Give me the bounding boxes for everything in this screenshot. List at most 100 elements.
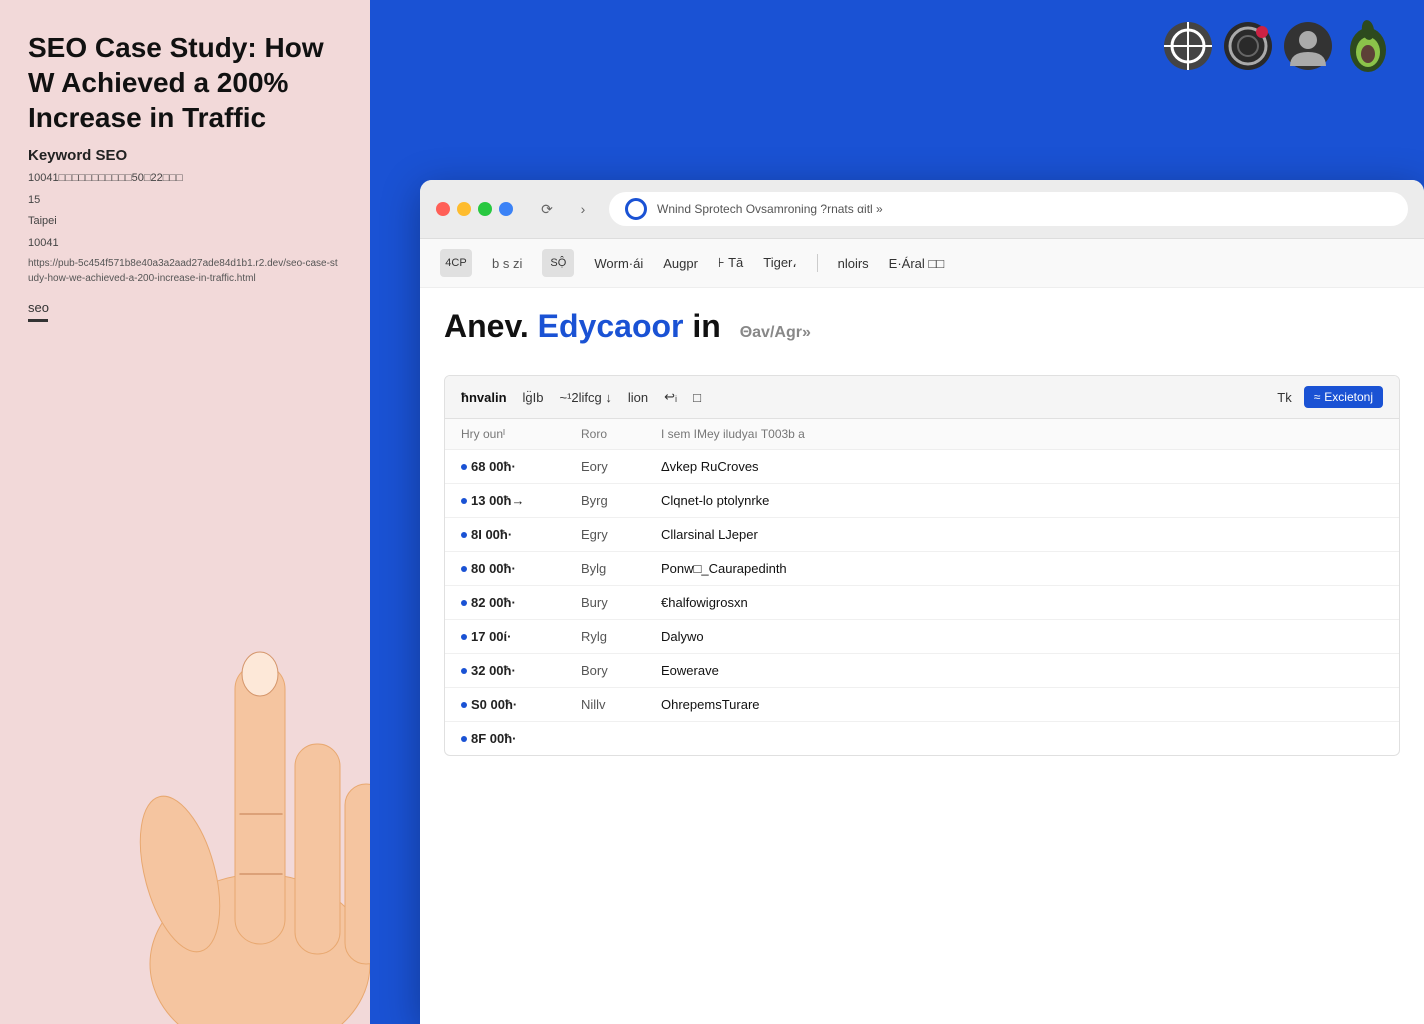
table-actions: Tk ≈ Excietonj	[1277, 386, 1383, 408]
traffic-lights	[436, 202, 513, 216]
export-button[interactable]: ≈ Excietonj	[1304, 386, 1383, 408]
col-header-6: Tk	[1277, 390, 1291, 405]
table-row: 8F 00ħ·	[445, 722, 1399, 755]
hand-illustration	[90, 544, 370, 1024]
nav-separator	[817, 254, 818, 272]
vol-cell-2: 8I 00ħ·	[461, 527, 581, 542]
meta-code: 10041	[28, 235, 342, 253]
vol-cell-0: 68 00ħ·	[461, 459, 581, 474]
kw-cell-5: Dalywo	[661, 629, 1383, 644]
vol-cell-5: 17 00ί·	[461, 629, 581, 644]
kw-cell-4: €halfowigrosxn	[661, 595, 1383, 610]
nav-link-wormai[interactable]: Worm·ái	[594, 256, 643, 271]
maximize-button[interactable]	[478, 202, 492, 216]
minimize-button[interactable]	[457, 202, 471, 216]
meta-line1: 10041□□□□□□□□□□□50□22□□□	[28, 170, 342, 188]
table-header: ħnvalin lɡ̈Ib ~¹2lifcg ↓ lion ↩ᵢ □ Tk ≈ …	[445, 376, 1399, 419]
heading-row: Anev. Edycaoor in Θav/Agr»	[444, 308, 1400, 361]
nav-icon-home[interactable]: 4CP	[440, 249, 472, 277]
subheader-col-2: I sem IMey iludyaı T003b a	[661, 427, 1383, 441]
nav-icon-sq[interactable]: SỘ	[542, 249, 574, 277]
article-url: https://pub-5c454f571b8e40a3a2aad27ade84…	[28, 256, 342, 286]
table-row: 8I 00ħ· Egry Cllarsinal LJeper	[445, 518, 1399, 552]
extra-button[interactable]	[499, 202, 513, 216]
table-row: 82 00ħ· Bury €halfowigrosxn	[445, 586, 1399, 620]
keyword-seo-label: Keyword SEO	[28, 147, 342, 164]
browser-window: ⟳ › Wnind Sprotech Ovsamroning ?rnats αi…	[420, 180, 1424, 1024]
icon-group-1	[1162, 20, 1214, 72]
meta-city: Taipei	[28, 213, 342, 231]
diff-cell-4: Bury	[581, 595, 661, 610]
address-text: Wnind Sprotech Ovsamroning ?rnats αitl »	[657, 202, 883, 216]
sq-icon-label: SỘ	[550, 257, 566, 269]
table-subheader: Hry ounᴵ Roro I sem IMey iludyaı T003b a	[445, 419, 1399, 450]
vol-cell-8: 8F 00ħ·	[461, 731, 581, 746]
nav-link-nloirs[interactable]: nloirs	[838, 256, 869, 271]
vol-cell-3: 80 00ħ·	[461, 561, 581, 576]
col-header-5: □	[693, 390, 701, 405]
vol-cell-6: 32 00ħ·	[461, 663, 581, 678]
top-right-icons	[1162, 20, 1394, 72]
table-row: 80 00ħ· Bylg Ponw□_Caurapedinth	[445, 552, 1399, 586]
address-bar[interactable]: Wnind Sprotech Ovsamroning ?rnats αitl »	[609, 192, 1408, 226]
tag-seo: seo	[28, 300, 342, 322]
vol-cell-4: 82 00ħ·	[461, 595, 581, 610]
kw-cell-6: Eowerave	[661, 663, 1383, 678]
subheader-col-0: Hry ounᴵ	[461, 427, 581, 441]
nav-link-tiger[interactable]: Tiger،	[763, 255, 796, 271]
icon-group-3	[1282, 20, 1334, 72]
table-row: 32 00ħ· Bory Eowerave	[445, 654, 1399, 688]
vol-cell-7: S0 00ħ·	[461, 697, 581, 712]
nav-link-aral[interactable]: Ε·Áral □□	[889, 256, 944, 271]
subheader-col-1: Roro	[581, 427, 661, 441]
search-icon	[1222, 20, 1274, 72]
kw-cell-2: Cllarsinal LJeper	[661, 527, 1383, 542]
export-label: Excietonj	[1324, 390, 1373, 404]
table-row: S0 00ħ· Nillv OhrepemsTurare	[445, 688, 1399, 722]
meta-line2: 15	[28, 192, 342, 210]
export-icon: ≈	[1314, 390, 1321, 404]
left-panel: SEO Case Study: How W Achieved a 200% In…	[0, 0, 370, 1024]
right-panel: ⟳ › Wnind Sprotech Ovsamroning ?rnats αi…	[370, 0, 1424, 1024]
diff-cell-1: Byrg	[581, 493, 661, 508]
col-header-3: lion	[628, 390, 648, 405]
diff-cell-3: Bylg	[581, 561, 661, 576]
article-title: SEO Case Study: How W Achieved a 200% In…	[28, 30, 342, 135]
diff-cell-6: Bory	[581, 663, 661, 678]
col-header-0: ħnvalin	[461, 390, 507, 405]
diff-cell-2: Egry	[581, 527, 661, 542]
heading-sub: Θav/Agr»	[740, 324, 811, 341]
kw-cell-1: Clqnet-lo ptolynrke	[661, 493, 1383, 508]
browser-content: Anev. Edycaoor in Θav/Agr» ħnvalin lɡ̈Ib…	[420, 288, 1424, 756]
keyword-table: ħnvalin lɡ̈Ib ~¹2lifcg ↓ lion ↩ᵢ □ Tk ≈ …	[444, 375, 1400, 756]
forward-button[interactable]: ›	[569, 195, 597, 223]
kw-cell-7: OhrepemsTurare	[661, 697, 1383, 712]
heading-main: Anev. Edycaoor in	[444, 308, 721, 344]
avocado-svg	[1342, 20, 1394, 72]
icon-group-2	[1222, 20, 1274, 72]
table-row: 17 00ί· Rylg Dalywo	[445, 620, 1399, 654]
col-header-4: ↩ᵢ	[664, 389, 677, 405]
home-icon-label: 4CP	[445, 257, 466, 269]
col-header-2: ~¹2lifcg ↓	[559, 390, 611, 405]
address-circle-icon	[625, 198, 647, 220]
table-row: 13 00ħ→ Byrg Clqnet-lo ptolynrke	[445, 484, 1399, 518]
close-button[interactable]	[436, 202, 450, 216]
page-heading: Anev. Edycaoor in Θav/Agr»	[444, 308, 811, 345]
user-icon	[1282, 20, 1334, 72]
browser-nav-bar: 4CP b s zi SỘ Worm·ái Augpr ⊦ Tā Tiger، …	[420, 239, 1424, 288]
col-header-1: lɡ̈Ib	[523, 390, 544, 405]
nav-link-ta[interactable]: ⊦ Tā	[718, 255, 743, 271]
vol-cell-1: 13 00ħ→	[461, 493, 581, 508]
kw-cell-0: Δvkep RuCroves	[661, 459, 1383, 474]
table-row: 68 00ħ· Eory Δvkep RuCroves	[445, 450, 1399, 484]
nav-link-augpr[interactable]: Augpr	[663, 256, 698, 271]
avocado-icon	[1342, 20, 1394, 72]
back-button[interactable]: ⟳	[533, 195, 561, 223]
browser-navigation: ⟳ ›	[533, 195, 597, 223]
browser-chrome: ⟳ › Wnind Sprotech Ovsamroning ?rnats αi…	[420, 180, 1424, 239]
diff-cell-7: Nillv	[581, 697, 661, 712]
kw-cell-3: Ponw□_Caurapedinth	[661, 561, 1383, 576]
nav-link-bszi[interactable]: b s zi	[492, 256, 522, 271]
diff-cell-0: Eory	[581, 459, 661, 474]
